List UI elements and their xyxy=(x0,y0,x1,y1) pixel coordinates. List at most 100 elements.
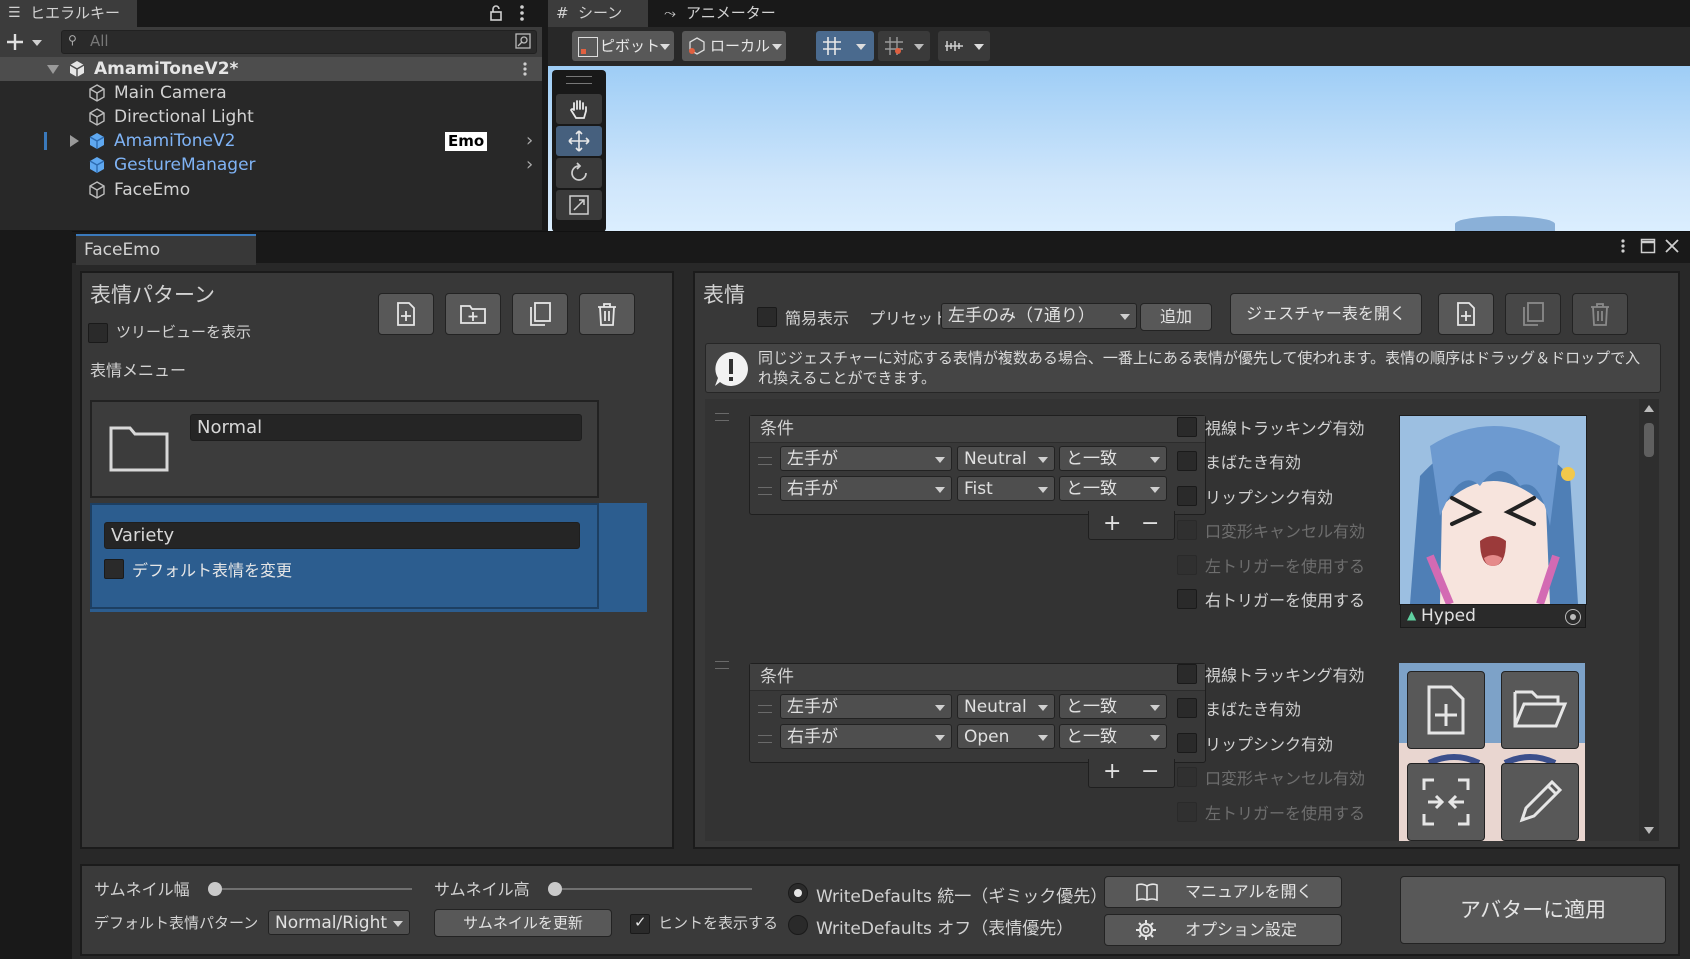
grid-snap-toggle[interactable] xyxy=(816,31,874,61)
scroll-up-icon[interactable] xyxy=(1644,405,1654,412)
slider-thumb[interactable] xyxy=(548,882,562,896)
copy-expression-button[interactable] xyxy=(1505,293,1561,335)
hierarchy-row[interactable]: Directional Light xyxy=(0,105,542,129)
create-clip-button[interactable] xyxy=(1407,671,1485,749)
scrollbar[interactable] xyxy=(1639,399,1659,841)
option-settings-button[interactable]: オプション設定 xyxy=(1104,914,1342,946)
checkbox[interactable] xyxy=(1177,451,1197,471)
add-folder-button[interactable] xyxy=(445,293,501,335)
checkbox[interactable] xyxy=(1177,664,1197,684)
open-manual-button[interactable]: マニュアルを開く xyxy=(1104,876,1342,908)
rotate-tool-button[interactable] xyxy=(556,158,602,188)
search-scope-icon[interactable] xyxy=(514,32,532,50)
chevron-right-icon[interactable]: › xyxy=(526,153,533,177)
scroll-thumb[interactable] xyxy=(1644,423,1654,457)
drag-handle-icon[interactable] xyxy=(758,705,772,713)
hierarchy-row[interactable]: Main Camera xyxy=(0,81,542,105)
scene-viewport[interactable] xyxy=(548,66,1690,231)
checkbox-checked[interactable]: ✓ xyxy=(630,913,650,934)
clip-field[interactable]: ▲ Hyped xyxy=(1400,604,1586,628)
match-dropdown[interactable]: と一致 xyxy=(1059,694,1167,719)
create-button[interactable] xyxy=(6,30,44,54)
window-menu-icon[interactable] xyxy=(1620,238,1626,254)
drag-handle-icon[interactable] xyxy=(715,661,729,669)
hand-tool-button[interactable] xyxy=(556,94,602,124)
hierarchy-row-scene[interactable]: AmamiToneV2* xyxy=(0,57,542,81)
delete-expression-button[interactable] xyxy=(1572,293,1628,335)
delete-button[interactable] xyxy=(579,293,635,335)
right-hand-dropdown[interactable]: 右手が xyxy=(780,724,952,749)
open-clip-button[interactable] xyxy=(1501,671,1579,749)
left-hand-dropdown[interactable]: 左手が xyxy=(780,446,952,471)
tab-hierarchy[interactable]: ☰ ヒエラルキー xyxy=(0,0,137,27)
checkbox[interactable] xyxy=(1177,589,1197,609)
pivot-dropdown[interactable]: ピボット xyxy=(572,31,674,61)
expression-thumbnail[interactable]: ▲ Hyped xyxy=(1399,415,1587,628)
move-tool-button[interactable] xyxy=(556,126,602,156)
checkbox[interactable] xyxy=(104,559,124,579)
update-thumbnail-button[interactable]: サムネイルを更新 xyxy=(434,909,612,937)
folder-name-field[interactable]: Normal xyxy=(190,414,582,441)
slider-thumb[interactable] xyxy=(208,882,222,896)
checkbox[interactable] xyxy=(1177,417,1197,437)
gesture-dropdown[interactable]: Fist xyxy=(957,476,1055,501)
checkbox[interactable] xyxy=(1177,698,1197,718)
radio[interactable] xyxy=(788,915,808,935)
ruler-toggle[interactable] xyxy=(938,31,990,61)
tab-scene[interactable]: # シーン xyxy=(548,0,648,27)
apply-to-avatar-button[interactable]: アバターに適用 xyxy=(1400,876,1666,944)
add-pattern-button[interactable] xyxy=(378,293,434,335)
remove-condition-button[interactable]: − xyxy=(1141,511,1159,536)
lock-icon[interactable] xyxy=(488,4,504,22)
search-input[interactable]: ⚲ All xyxy=(61,30,537,54)
kebab-menu-icon[interactable] xyxy=(518,4,526,22)
tab-faceemo[interactable]: FaceEmo xyxy=(76,234,256,265)
object-picker-icon[interactable] xyxy=(1565,609,1581,625)
hierarchy-row[interactable]: FaceEmo xyxy=(0,178,542,202)
gesture-dropdown[interactable]: Neutral xyxy=(957,446,1055,471)
checkbox[interactable] xyxy=(88,323,108,343)
add-preset-button[interactable]: 追加 xyxy=(1140,303,1212,331)
thumb-width-slider[interactable] xyxy=(208,882,412,896)
scroll-down-icon[interactable] xyxy=(1644,827,1654,834)
checkbox[interactable] xyxy=(757,307,777,327)
remove-condition-button[interactable]: − xyxy=(1141,759,1159,784)
increment-snap-toggle[interactable] xyxy=(878,31,930,61)
left-hand-dropdown[interactable]: 左手が xyxy=(780,694,952,719)
add-condition-button[interactable]: + xyxy=(1103,759,1121,784)
right-hand-dropdown[interactable]: 右手が xyxy=(780,476,952,501)
combine-clip-button[interactable] xyxy=(1407,763,1485,841)
chevron-right-icon[interactable]: › xyxy=(526,129,533,153)
copy-button[interactable] xyxy=(512,293,568,335)
expand-arrow-icon[interactable] xyxy=(70,135,79,147)
match-dropdown[interactable]: と一致 xyxy=(1059,724,1167,749)
scale-tool-button[interactable] xyxy=(556,190,602,220)
expand-arrow-icon[interactable] xyxy=(47,65,59,74)
scene-menu-icon[interactable] xyxy=(522,61,528,77)
add-expression-button[interactable] xyxy=(1438,293,1494,335)
close-icon[interactable] xyxy=(1664,238,1680,254)
hierarchy-row[interactable]: AmamiToneV2 Emo › xyxy=(0,129,542,153)
default-pattern-dropdown[interactable]: Normal/Right xyxy=(268,910,410,935)
checkbox[interactable] xyxy=(1177,486,1197,506)
thumb-height-slider[interactable] xyxy=(548,882,752,896)
match-dropdown[interactable]: と一致 xyxy=(1059,446,1167,471)
gesture-dropdown[interactable]: Neutral xyxy=(957,694,1055,719)
hierarchy-row[interactable]: GestureManager › xyxy=(0,153,542,177)
local-dropdown[interactable]: ローカル xyxy=(682,31,786,61)
folder-item[interactable]: Normal xyxy=(90,400,599,498)
gesture-dropdown[interactable]: Open xyxy=(957,724,1055,749)
edit-clip-button[interactable] xyxy=(1501,763,1579,841)
drag-handle-icon[interactable] xyxy=(758,487,772,495)
drag-handle-icon[interactable] xyxy=(758,457,772,465)
open-gesture-table-button[interactable]: ジェスチャー表を開く xyxy=(1230,293,1422,335)
add-condition-button[interactable]: + xyxy=(1103,511,1121,536)
match-dropdown[interactable]: と一致 xyxy=(1059,476,1167,501)
checkbox[interactable] xyxy=(1177,733,1197,753)
drag-handle-icon[interactable] xyxy=(758,735,772,743)
drag-handle-icon[interactable] xyxy=(715,413,729,421)
selected-pattern-item[interactable]: Variety デフォルト表情を変更 xyxy=(90,503,647,612)
maximize-icon[interactable] xyxy=(1640,238,1656,254)
radio-selected[interactable] xyxy=(788,883,808,903)
preset-dropdown[interactable]: 左手のみ（7通り） xyxy=(941,303,1137,329)
